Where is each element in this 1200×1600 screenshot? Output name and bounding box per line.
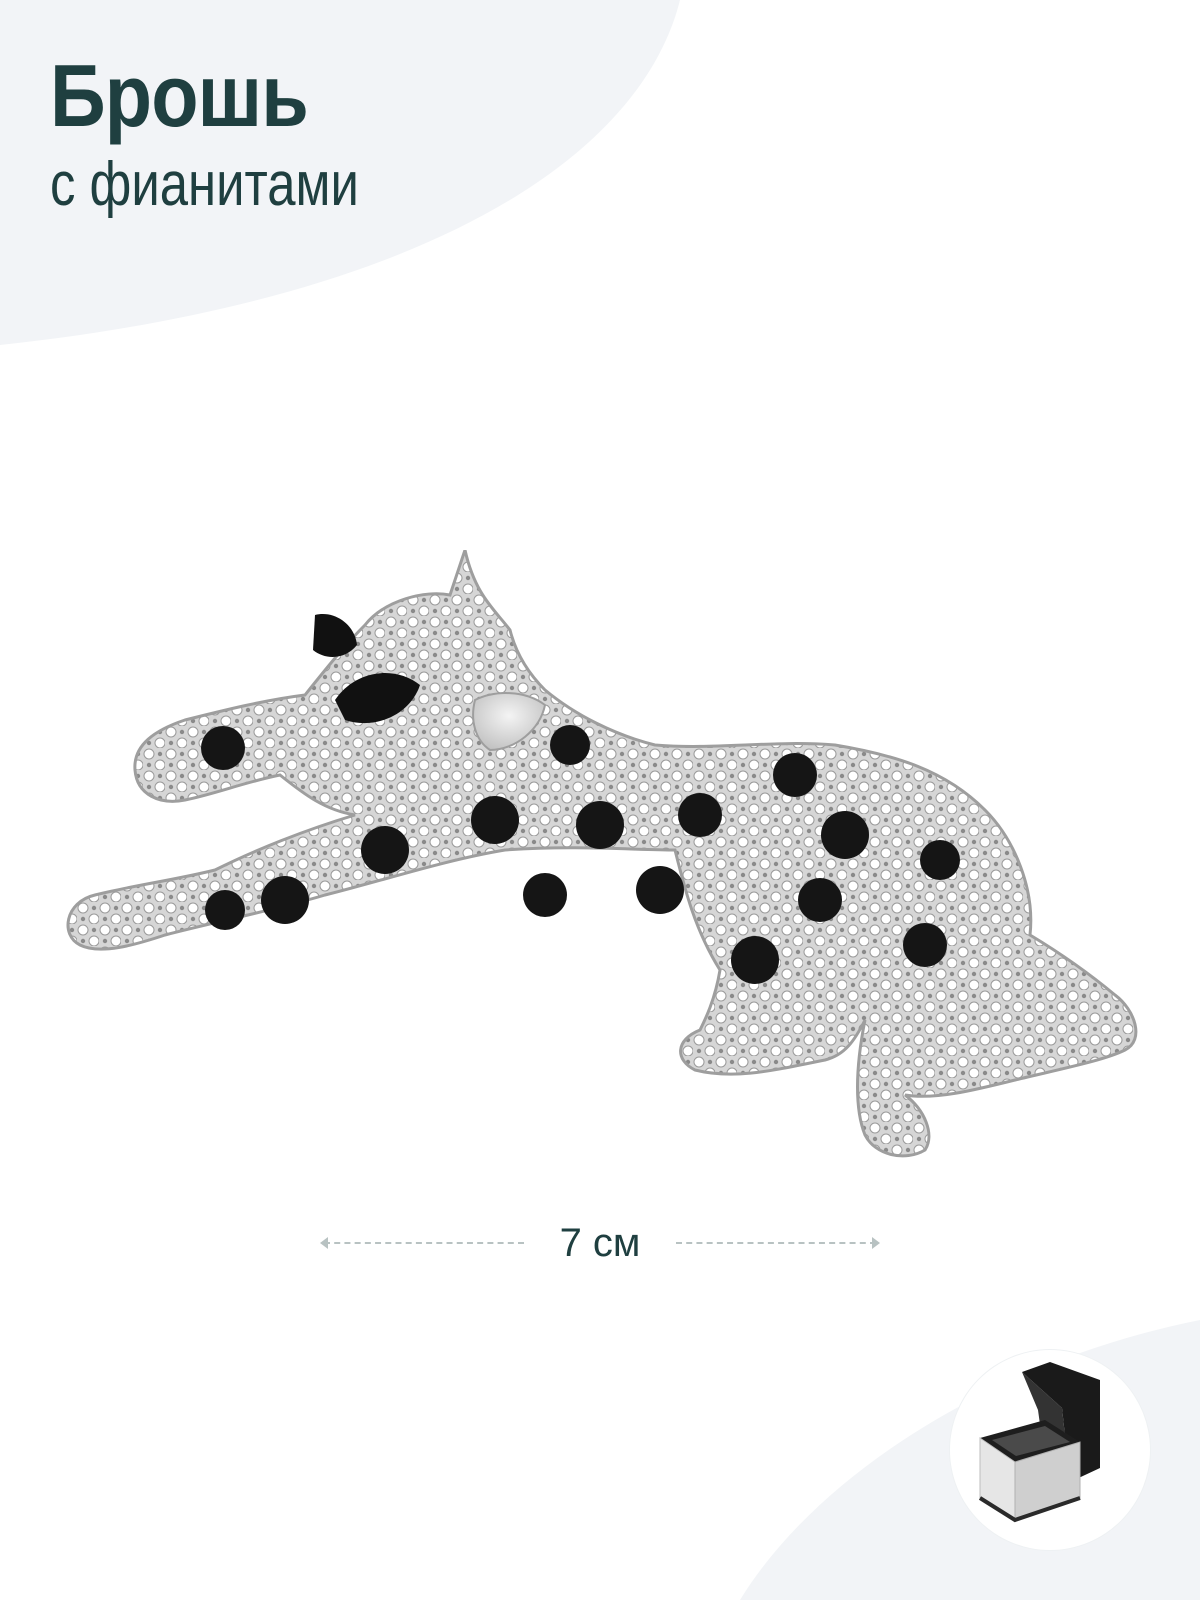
dimension-arrow-right-icon [872, 1237, 880, 1249]
dimension-line-right [676, 1242, 876, 1244]
title-block: Брошь с фианитами [50, 52, 427, 216]
packaging-badge [950, 1350, 1150, 1550]
leopard-brooch-image [66, 550, 1138, 1158]
dimension-indicator: 7 см [320, 1218, 880, 1268]
page-title: Брошь [50, 46, 309, 145]
page-subtitle: с фианитами [50, 150, 359, 219]
gift-box-icon [978, 1362, 1100, 1523]
